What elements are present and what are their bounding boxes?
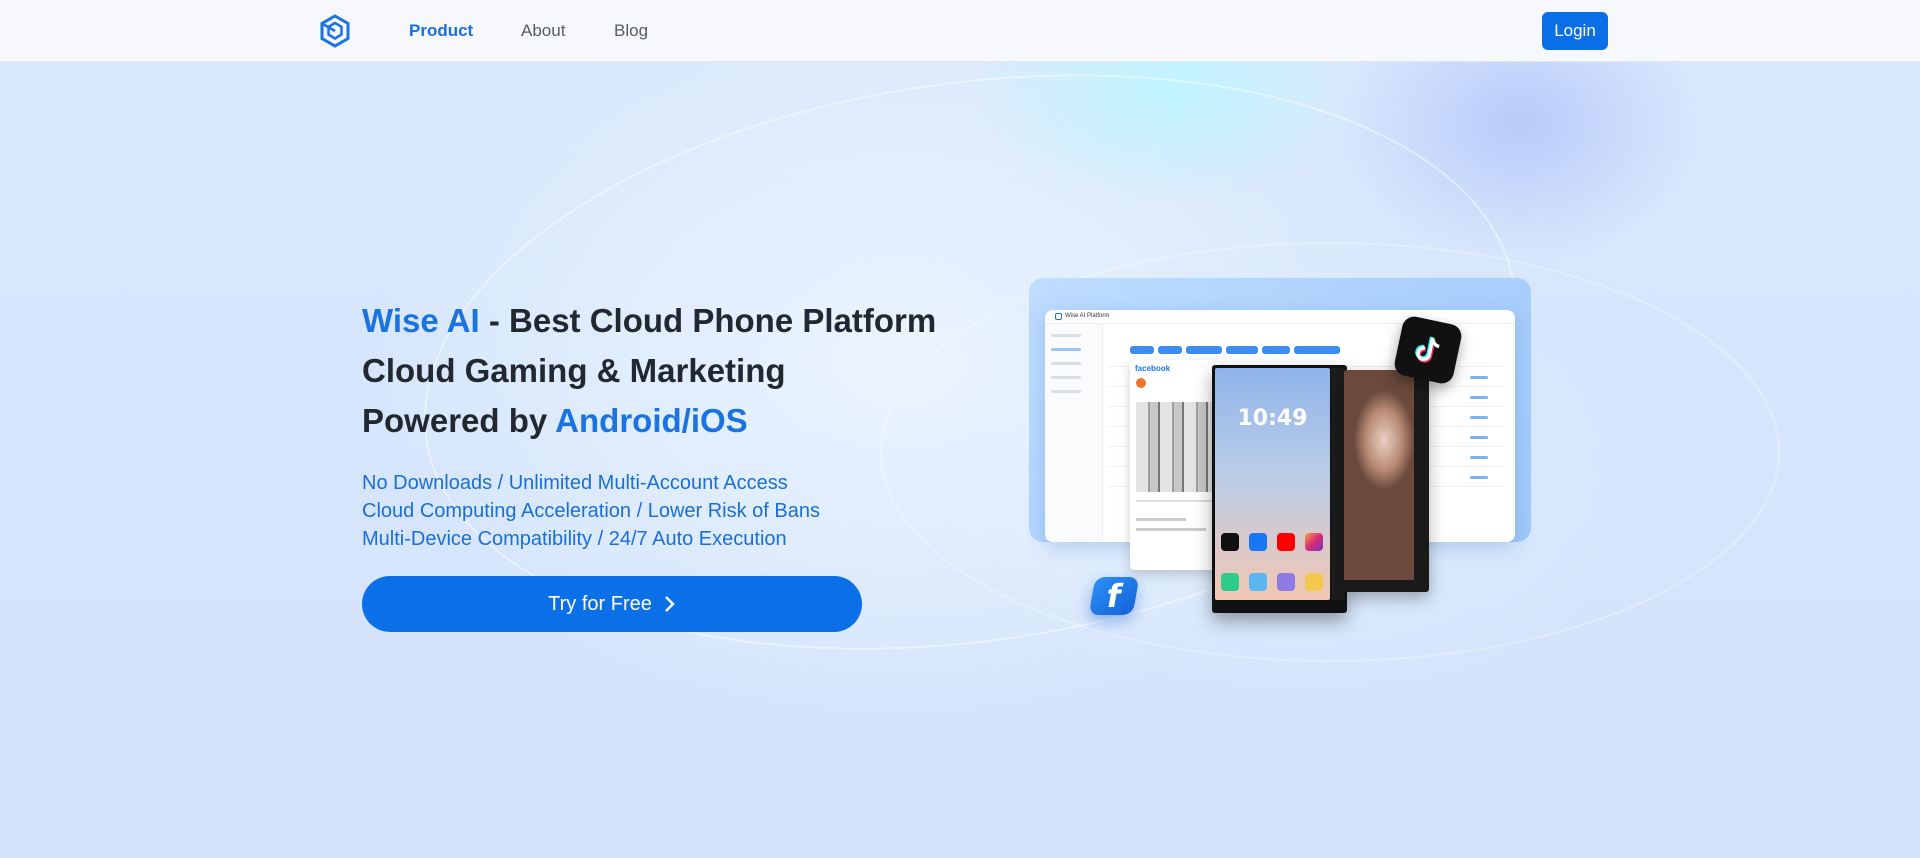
nav-blog-link[interactable]: Blog	[614, 21, 648, 41]
table-link	[1470, 376, 1488, 379]
nav-product-link[interactable]: Product	[409, 21, 473, 41]
title-prefix: Powered by	[362, 402, 556, 439]
download-app-icon	[1221, 573, 1239, 591]
store-app-icon	[1249, 573, 1267, 591]
feature-item: Multi-Device Compatibility / 24/7 Auto E…	[362, 528, 787, 550]
instagram-app-icon	[1305, 533, 1323, 551]
phone-emulator: 10:49	[1212, 365, 1347, 613]
dashboard-action-pill	[1226, 346, 1258, 354]
phone-clock: 10:49	[1237, 406, 1308, 431]
sidebar-item	[1051, 390, 1081, 393]
feature-list: No Downloads / Unlimited Multi-Account A…	[362, 469, 962, 553]
title-tagline: - Best Cloud Phone Platform	[479, 302, 937, 339]
dashboard-action-pill	[1158, 346, 1182, 354]
sidebar-item	[1051, 376, 1081, 379]
table-link	[1470, 456, 1488, 459]
feature-item: No Downloads / Unlimited Multi-Account A…	[362, 472, 788, 494]
shop-avatar	[1136, 378, 1146, 388]
tiktok-note-icon	[1415, 336, 1440, 363]
wise-ai-logo-icon[interactable]	[318, 14, 352, 48]
phone-home-screen: 10:49	[1215, 368, 1330, 600]
video-preview	[1344, 370, 1414, 580]
hero-title-line-3: Powered by Android/iOS	[362, 396, 982, 446]
sidebar-item	[1051, 362, 1081, 365]
sidebar-item	[1051, 348, 1081, 351]
dashboard-sidebar	[1045, 324, 1103, 542]
tiktok-app-icon	[1221, 533, 1239, 551]
emulator-toolbar	[1331, 368, 1345, 600]
facebook-wordmark: facebook	[1135, 364, 1171, 373]
post-text-line	[1136, 518, 1186, 521]
facebook-app-icon	[1249, 533, 1267, 551]
cta-label: Try for Free	[548, 592, 652, 615]
hero-title-line-1: Wise AI - Best Cloud Phone Platform	[362, 296, 982, 346]
brand-name: Wise AI	[362, 302, 480, 339]
login-button[interactable]: Login	[1542, 12, 1608, 50]
dashboard-action-pill	[1262, 346, 1290, 354]
hero-background	[0, 62, 1920, 858]
tools-app-icon	[1277, 573, 1295, 591]
feature-item: Cloud Computing Acceleration / Lower Ris…	[362, 500, 821, 522]
table-link	[1470, 476, 1488, 479]
files-app-icon	[1305, 573, 1323, 591]
table-link	[1470, 436, 1488, 439]
hero-title-line-2: Cloud Gaming & Marketing	[362, 352, 786, 389]
product-mockup: Wise AI Platform facebook 10:49 f	[1020, 270, 1540, 620]
table-link	[1470, 396, 1488, 399]
tiktok-icon	[1392, 314, 1464, 386]
divider	[1136, 500, 1214, 502]
dashboard-title: Wise AI Platform	[1065, 313, 1110, 319]
sidebar-item	[1051, 334, 1081, 337]
tiktok-video-phone	[1344, 370, 1429, 592]
product-grid-image	[1136, 402, 1216, 492]
facebook-icon: f	[1088, 577, 1140, 615]
youtube-app-icon	[1277, 533, 1295, 551]
try-for-free-button[interactable]: Try for Free	[362, 576, 862, 632]
facebook-app-card: facebook	[1130, 360, 1220, 570]
dashboard-action-pill	[1294, 346, 1340, 354]
platform-highlight: Android/iOS	[555, 402, 748, 439]
chevron-right-icon	[664, 596, 675, 612]
dashboard-action-pill	[1186, 346, 1222, 354]
post-text-line	[1136, 528, 1206, 531]
dashboard-logo-icon	[1055, 313, 1062, 320]
table-link	[1470, 416, 1488, 419]
dashboard-action-pill	[1130, 346, 1154, 354]
top-navigation: Product About Blog Login	[0, 0, 1920, 62]
nav-about-link[interactable]: About	[521, 21, 565, 41]
hero-title: Wise AI - Best Cloud Phone Platform Clou…	[362, 296, 982, 446]
